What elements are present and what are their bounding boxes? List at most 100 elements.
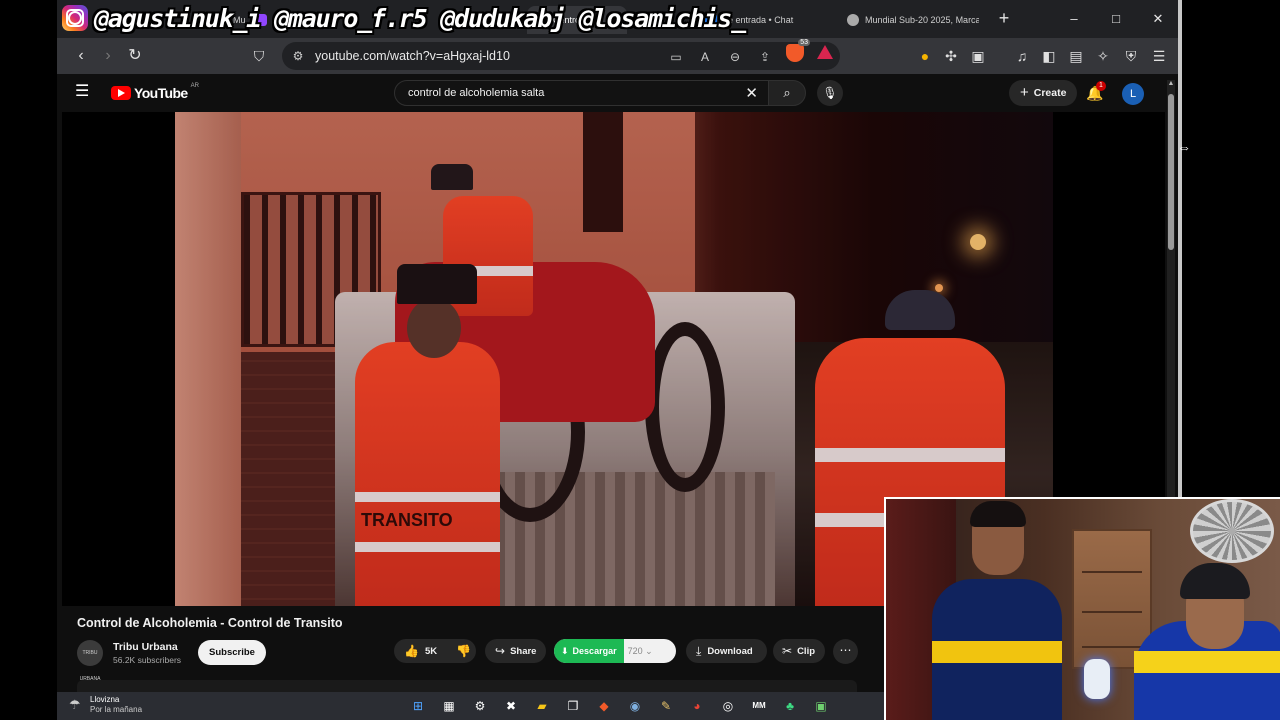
webcam-overlay: [884, 497, 1280, 720]
share-arrow-icon: ↪: [495, 644, 506, 658]
scissors-icon: ✂: [782, 644, 793, 658]
webcam-person-right-cap: [1180, 563, 1250, 599]
extensions-icon[interactable]: ✣: [941, 46, 961, 66]
chevron-down-icon: ⌄: [645, 646, 653, 656]
create-label: Create: [1033, 87, 1067, 99]
youtube-header: ☰ YouTube AR control de alcoholemia salt…: [57, 74, 1178, 112]
channel-name[interactable]: Tribu Urbana: [113, 641, 178, 653]
voice-search-icon[interactable]: 🎙: [817, 80, 843, 106]
back-arrow-icon[interactable]: ‹: [69, 44, 93, 68]
sidebar-icon[interactable]: ◧: [1039, 46, 1059, 66]
reload-icon[interactable]: ↻: [123, 44, 147, 68]
cast-icon[interactable]: ▭: [667, 48, 685, 66]
leo-ai-icon[interactable]: ✧: [1093, 46, 1113, 66]
obs-icon[interactable]: ◎: [718, 696, 738, 716]
wallet-icon[interactable]: ▤: [1066, 46, 1086, 66]
webcam-fan: [1190, 499, 1274, 563]
search-button[interactable]: ⌕: [768, 80, 806, 106]
forward-arrow-icon[interactable]: ›: [96, 44, 120, 68]
descargar-button[interactable]: ⬇ Descargar: [554, 639, 624, 663]
maximize-button[interactable]: □: [1101, 8, 1131, 30]
minimize-button[interactable]: –: [1059, 8, 1089, 30]
weather-widget[interactable]: ☂ Llovizna Por la mañana: [69, 695, 142, 715]
new-tab-button[interactable]: +: [993, 8, 1015, 30]
address-bar[interactable]: ⚙ youtube.com/watch?v=aHgxaj-ld10 ▭ A ⊖ …: [282, 42, 840, 70]
steam-icon[interactable]: ◉: [625, 696, 645, 716]
bookmark-icon[interactable]: ⛉: [247, 44, 271, 68]
drawer-line: [1082, 571, 1142, 573]
mm-app-icon[interactable]: MM: [749, 696, 769, 716]
reader-mode-icon[interactable]: ▣: [968, 46, 988, 66]
jersey-stripe: [1134, 651, 1280, 673]
file-explorer-icon[interactable]: ▰: [532, 696, 552, 716]
descargar-label: Descargar: [572, 646, 617, 656]
android-icon[interactable]: ♣: [780, 696, 800, 716]
xbox-icon[interactable]: ✖: [501, 696, 521, 716]
tab-label: Mundial Sub-20 2025, Marca: [865, 15, 979, 25]
youtube-play-icon: [111, 86, 131, 100]
browser-toolbar: ‹ › ↻ ⛉ ⚙ youtube.com/watch?v=aHgxaj-ld1…: [57, 38, 1178, 74]
like-count: 5K: [424, 645, 438, 657]
channel-avatar[interactable]: TRIBU URBANA: [77, 640, 103, 682]
clear-search-icon[interactable]: ✕: [745, 84, 758, 102]
url-text[interactable]: youtube.com/watch?v=aHgxaj-ld10: [315, 49, 510, 63]
desktop-left-strip: [0, 0, 56, 720]
search-box[interactable]: control de alcoholemia salta ✕: [394, 80, 769, 106]
notifications-bell-icon[interactable]: 🔔 1: [1085, 81, 1106, 104]
tab-5[interactable]: Mundial Sub-20 2025, Marca: [839, 6, 979, 34]
search-input[interactable]: control de alcoholemia salta: [408, 87, 544, 99]
scroll-up-icon[interactable]: ▲: [1167, 80, 1175, 88]
windows-taskbar: ☂ Llovizna Por la mañana ⊞ ▦ ⚙ ✖ ▰ ❐ ◆ ◉…: [57, 692, 884, 720]
weather-title: Llovizna: [90, 695, 120, 704]
thumbs-up-icon: 👍: [404, 644, 419, 658]
brave-rewards-icon[interactable]: [817, 45, 833, 59]
subscriber-count: 56.2K subscribers: [113, 655, 182, 665]
download-label: Download: [707, 645, 753, 657]
social-handles-overlay: @agustinuk_i @mauro_f.r5 @dudukabj @losa…: [62, 3, 746, 33]
more-actions-icon[interactable]: ⋯: [833, 639, 858, 664]
thumbs-down-icon[interactable]: 👎: [447, 644, 480, 658]
widgets-icon[interactable]: ▦: [439, 696, 459, 716]
download-button[interactable]: ⤓ Download: [686, 639, 767, 663]
like-button[interactable]: 👍 5K: [394, 644, 447, 658]
pen-app-icon[interactable]: ✎: [656, 696, 676, 716]
chrome-icon[interactable]: ◕: [687, 696, 707, 716]
zoom-out-icon[interactable]: ⊖: [726, 48, 744, 66]
vpn-shield-icon[interactable]: ⛨: [1121, 46, 1141, 66]
webcam-microphone: [1084, 659, 1110, 699]
notification-badge: 1: [1096, 81, 1106, 91]
brave-shields-icon[interactable]: 53: [786, 39, 810, 62]
scroll-thumb[interactable]: [1168, 94, 1174, 250]
translate-icon[interactable]: A: [696, 48, 714, 66]
drawer-line: [1082, 611, 1142, 613]
media-icon[interactable]: ♫: [1012, 46, 1032, 66]
share-button[interactable]: ↪ Share: [485, 639, 546, 663]
guide-menu-icon[interactable]: ☰: [75, 82, 95, 102]
wallet-coin-icon[interactable]: ●: [915, 46, 935, 66]
descargar-extension-button[interactable]: ⬇ Descargar 720 ⌄: [554, 639, 676, 663]
subscribe-button[interactable]: Subscribe: [198, 640, 266, 665]
account-avatar[interactable]: L: [1122, 83, 1144, 105]
clip-button[interactable]: ✂ Clip: [773, 639, 825, 663]
menu-icon[interactable]: ☰: [1149, 46, 1169, 66]
youtube-logo[interactable]: YouTube AR: [111, 83, 199, 101]
description-box[interactable]: [77, 680, 857, 692]
share-page-icon[interactable]: ⇪: [756, 48, 774, 66]
task-view-icon[interactable]: ❐: [563, 696, 583, 716]
rain-cloud-icon: ☂: [69, 697, 81, 712]
settings-gear-icon[interactable]: ⚙: [470, 696, 490, 716]
close-window-button[interactable]: ✕: [1143, 8, 1173, 30]
site-info-icon[interactable]: ⚙: [290, 48, 306, 64]
game-launcher-icon[interactable]: ▣: [811, 696, 831, 716]
quality-select[interactable]: 720 ⌄: [624, 639, 653, 663]
start-windows-icon[interactable]: ⊞: [408, 696, 428, 716]
brave-browser-icon[interactable]: ◆: [594, 696, 614, 716]
create-button[interactable]: + Create: [1009, 80, 1078, 106]
logo-wordmark: YouTube: [134, 85, 188, 101]
search-icon: ⌕: [783, 85, 791, 100]
tab-favicon: [847, 14, 859, 26]
screen: Mu Str Centro de entrada • Chat Mundial …: [0, 0, 1280, 720]
country-code: AR: [190, 83, 199, 89]
video-title: Control de Alcoholemia - Control de Tran…: [77, 616, 343, 630]
weather-subtitle: Por la mañana: [90, 705, 143, 714]
